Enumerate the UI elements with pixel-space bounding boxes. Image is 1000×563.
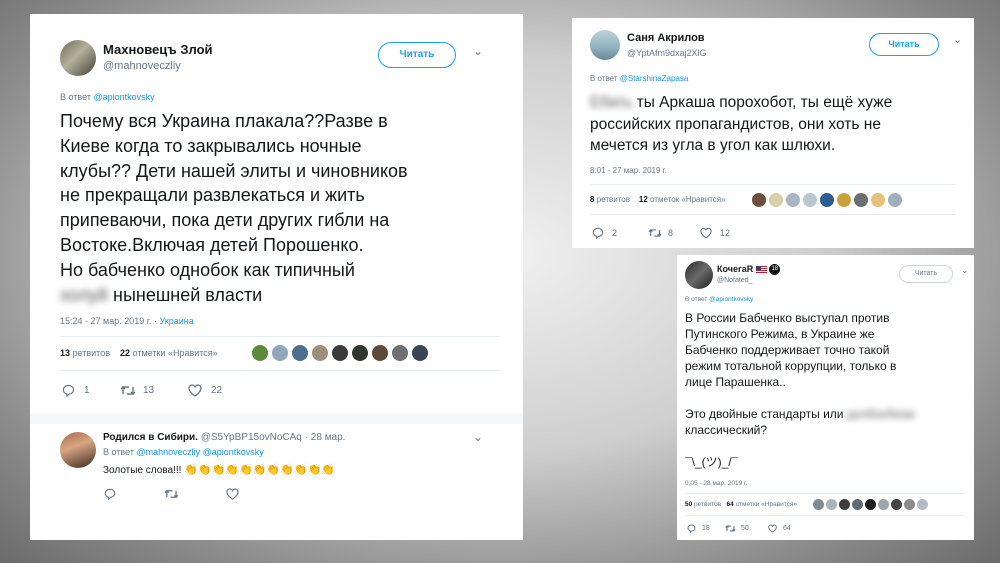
reply-reply-button[interactable] [104,488,116,500]
engagement-stats: 50 ретвитов 64 отметки «Нравится» [685,501,797,508]
shrug-text: ¯\_(ツ)_/¯ [685,455,739,469]
chevron-down-icon[interactable]: ⌄ [953,33,962,46]
author-name[interactable]: Махновецъ Злой [103,42,213,57]
retweet-count[interactable]: 50 ретвитов [685,501,721,508]
location-link[interactable]: Украина [159,316,193,326]
author-avatar[interactable] [685,261,713,289]
like-button[interactable]: 22 [188,384,222,397]
tweet-card-third: КочегаR 18 @Nofated_ Читать ⌄ В ответ @a… [677,255,974,540]
chevron-down-icon[interactable]: ⌄ [961,265,969,276]
reply-icon [104,488,116,500]
heart-icon [768,524,777,533]
reply-retweet-button[interactable] [164,488,179,500]
author-avatar[interactable] [60,40,96,76]
heart-icon [700,227,712,239]
retweet-icon [120,386,136,395]
retweet-count[interactable]: 8 ретвитов [590,195,630,204]
follow-button[interactable]: Читать [869,33,939,56]
retweet-count[interactable]: 13 ретвитов [60,348,110,358]
like-button[interactable]: 12 [700,227,730,239]
likers-avatars[interactable] [813,499,928,510]
heart-icon [188,384,202,397]
engagement-stats: 8 ретвитов 12 отметок «Нравится» [590,195,726,204]
reply-context: В ответ @apiontkovsky [60,92,155,102]
reply-context: В ответ @mahnoveczliy @apiontkovsky [103,447,264,457]
retweet-button[interactable]: 8 [648,227,673,239]
follow-button[interactable]: Читать [378,42,456,68]
us-flag-icon [755,266,767,274]
like-button[interactable]: 64 [768,524,791,533]
reply-header: Родился в Сибири. @S5YpBP15ovNoCAq · 28 … [103,432,346,443]
author-name-row: КочегаR 18 [717,264,781,276]
blurred-word: долбоебизм [846,407,915,421]
reply-button[interactable]: 1 [62,384,90,397]
author-handle[interactable]: @YptAfm9dxaj2XlG [627,48,707,58]
engagement-stats: 13 ретвитов 22 отметки «Нравится» [60,348,218,358]
reply-context: В ответ @apiontkovsky [685,296,754,303]
reply-icon [687,524,696,533]
author-handle[interactable]: @Nofated_ [717,277,753,284]
reply-chevron-down-icon[interactable]: ⌄ [473,430,483,444]
follow-button[interactable]: Читать [899,265,953,283]
reply-context: В ответ @StarshinaZapasa [590,74,689,83]
heart-icon [226,488,239,500]
reply-button[interactable]: 18 [687,524,710,533]
retweet-button[interactable]: 50 [725,524,749,533]
tweet-timestamp[interactable]: 8:01 - 27 мар. 2019 г. [590,166,667,175]
likers-avatars[interactable] [752,193,902,207]
reply-icon [62,384,75,397]
tweet-text: Почему вся Украина плакала??Разве в Киев… [60,111,408,305]
tweet-card-second: Саня Акрилов @YptAfm9dxaj2XlG Читать ⌄ В… [572,18,974,248]
tweet-timestamp: 15:24 - 27 мар. 2019 г. · Украина [60,316,194,326]
reply-author-name[interactable]: Родился в Сибири. [103,432,198,443]
retweet-icon [725,525,736,532]
tweet-card-main: Махновецъ Злой @mahnoveczliy Читать ⌄ В … [30,14,523,540]
chevron-down-icon[interactable]: ⌄ [473,44,483,58]
blurred-word: Ебать [590,94,633,111]
retweet-icon [164,489,179,499]
reply-button[interactable]: 2 [592,227,617,239]
author-avatar[interactable] [590,30,620,60]
reply-icon [592,227,604,239]
likers-avatars[interactable] [252,345,428,361]
reply-to-link[interactable]: @apiontkovsky [93,92,154,102]
author-name[interactable]: Саня Акрилов [627,32,705,44]
tweet-text: Ебать ты Аркаша порохобот, ты ещё хуже р… [590,94,893,154]
tweet-text: В России Бабченко выступал против Путинс… [685,310,970,470]
author-name[interactable]: КочегаR [717,264,753,274]
like-count[interactable]: 64 отметки «Нравится» [727,501,798,508]
like-count[interactable]: 22 отметки «Нравится» [120,348,218,358]
like-count[interactable]: 12 отметок «Нравится» [639,195,726,204]
retweet-button[interactable]: 13 [120,384,154,397]
reply-author-handle[interactable]: @S5YpBP15ovNoCAq [201,432,302,443]
reply-like-button[interactable] [226,488,239,500]
reply-text: Золотые слова!!! 👏👏👏👏👏👏👏👏👏👏👏 [103,464,335,476]
author-handle[interactable]: @mahnoveczliy [103,60,181,72]
reply-author-avatar[interactable] [60,432,96,468]
age-badge: 18 [769,264,781,276]
tweet-timestamp[interactable]: 0:05 - 28 мар. 2019 г. [685,480,747,487]
blurred-word: холуй [60,284,108,305]
retweet-icon [648,229,662,237]
